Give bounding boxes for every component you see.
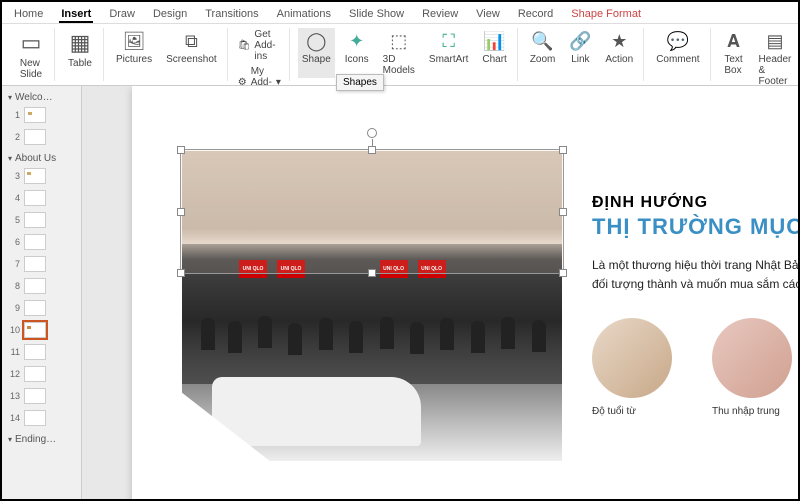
pictures-button[interactable]: 🖼 Pictures: [112, 28, 156, 67]
slide-body-text[interactable]: Là một thương hiệu thời trang Nhật Bả th…: [592, 256, 798, 294]
smartart-button[interactable]: ⛶ SmartArt: [425, 28, 472, 78]
rotation-handle[interactable]: [367, 128, 377, 138]
section-header-about[interactable]: About Us: [4, 149, 79, 166]
get-addins-button[interactable]: 🛍 Get Add-ins: [236, 28, 283, 63]
photo-corner-cut: [182, 392, 271, 461]
thumb-11[interactable]: 11: [4, 342, 79, 362]
tab-record[interactable]: Record: [516, 6, 555, 23]
resize-handle-e[interactable]: [559, 208, 567, 216]
new-slide-button[interactable]: ▭ New Slide: [14, 28, 48, 82]
ribbon-content: ▭ New Slide ▦ Table 🖼 Pictures ⧉ Screens…: [2, 24, 798, 86]
resize-handle-nw[interactable]: [177, 146, 185, 154]
thumb-14[interactable]: 14: [4, 408, 79, 428]
section-header-welcome[interactable]: Welco…: [4, 88, 79, 105]
thumb-13[interactable]: 13: [4, 386, 79, 406]
thumb-2[interactable]: 2: [4, 127, 79, 147]
tab-draw[interactable]: Draw: [107, 6, 137, 23]
shape-button[interactable]: ◯ Shape: [298, 28, 335, 78]
tab-insert[interactable]: Insert: [59, 6, 93, 23]
smartart-icon: ⛶: [438, 30, 460, 52]
slide-panel[interactable]: Welco… 1 2 About Us 3 4 5 6 7 8 9 10 11 …: [2, 86, 82, 499]
thumb-1[interactable]: 1: [4, 105, 79, 125]
pictures-icon: 🖼: [123, 30, 145, 52]
section-header-ending[interactable]: Ending…: [4, 430, 79, 447]
resize-handle-se[interactable]: [559, 269, 567, 277]
action-button[interactable]: ★ Action: [601, 28, 637, 67]
icons-icon: ✦: [346, 30, 368, 52]
header-footer-icon: ▤: [764, 30, 786, 52]
tab-animations[interactable]: Animations: [275, 6, 333, 23]
slide-heading-2[interactable]: THỊ TRƯỜNG MỤC T: [592, 214, 798, 240]
thumb-6[interactable]: 6: [4, 232, 79, 252]
3d-models-button[interactable]: ⬚ 3D Models: [379, 28, 419, 78]
thumb-3[interactable]: 3: [4, 166, 79, 186]
table-icon: ▦: [67, 30, 93, 56]
resize-handle-s[interactable]: [368, 269, 376, 277]
screenshot-button[interactable]: ⧉ Screenshot: [162, 28, 221, 67]
tab-transitions[interactable]: Transitions: [203, 6, 260, 23]
tab-view[interactable]: View: [474, 6, 502, 23]
comment-icon: 💬: [667, 30, 689, 52]
zoom-button[interactable]: 🔍 Zoom: [526, 28, 560, 67]
chart-icon: 📊: [484, 30, 506, 52]
slide-circle-image-2[interactable]: [712, 318, 792, 398]
resize-handle-ne[interactable]: [559, 146, 567, 154]
text-box-button[interactable]: 𝐀 Text Box: [719, 28, 749, 89]
thumb-9[interactable]: 9: [4, 298, 79, 318]
shapes-icon: ◯: [305, 30, 327, 52]
slide[interactable]: UNI QLO UNI QLO UNI QLO UNI QLO: [132, 86, 798, 499]
new-slide-icon: ▭: [18, 30, 44, 56]
tab-shape-format[interactable]: Shape Format: [569, 6, 643, 23]
comment-button[interactable]: 💬 Comment: [652, 28, 703, 67]
slide-caption-1: Độ tuổi từ: [592, 406, 672, 417]
shapes-tooltip: Shapes: [336, 74, 384, 91]
shape-selection[interactable]: [180, 149, 564, 274]
slide-circle-image-1[interactable]: [592, 318, 672, 398]
link-icon: 🔗: [569, 30, 591, 52]
resize-handle-n[interactable]: [368, 146, 376, 154]
slide-caption-2: Thu nhập trung: [712, 406, 792, 417]
zoom-icon: 🔍: [532, 30, 554, 52]
tab-review[interactable]: Review: [420, 6, 460, 23]
ribbon-tabs: Home Insert Draw Design Transitions Anim…: [2, 2, 798, 24]
thumb-12[interactable]: 12: [4, 364, 79, 384]
tab-home[interactable]: Home: [12, 6, 45, 23]
table-button[interactable]: ▦ Table: [63, 28, 97, 71]
thumb-4[interactable]: 4: [4, 188, 79, 208]
thumb-8[interactable]: 8: [4, 276, 79, 296]
textbox-icon: 𝐀: [723, 30, 745, 52]
resize-handle-w[interactable]: [177, 208, 185, 216]
store-icon: 🛍: [238, 40, 251, 51]
chart-button[interactable]: 📊 Chart: [478, 28, 510, 78]
screenshot-icon: ⧉: [180, 30, 202, 52]
resize-handle-sw[interactable]: [177, 269, 185, 277]
cube-icon: ⬚: [388, 30, 410, 52]
tab-design[interactable]: Design: [151, 6, 189, 23]
slide-heading-1[interactable]: ĐỊNH HƯỚNG: [592, 194, 798, 212]
link-button[interactable]: 🔗 Link: [565, 28, 595, 67]
slide-canvas[interactable]: UNI QLO UNI QLO UNI QLO UNI QLO: [82, 86, 798, 499]
thumb-5[interactable]: 5: [4, 210, 79, 230]
tab-slideshow[interactable]: Slide Show: [347, 6, 406, 23]
thumb-7[interactable]: 7: [4, 254, 79, 274]
action-icon: ★: [608, 30, 630, 52]
thumb-10[interactable]: 10: [4, 320, 79, 340]
workspace: Welco… 1 2 About Us 3 4 5 6 7 8 9 10 11 …: [2, 86, 798, 499]
icons-button[interactable]: ✦ Icons: [341, 28, 373, 78]
slide-text-block: ĐỊNH HƯỚNG THỊ TRƯỜNG MỤC T Là một thươn…: [592, 194, 798, 417]
header-footer-button[interactable]: ▤ Header & Footer: [755, 28, 796, 89]
